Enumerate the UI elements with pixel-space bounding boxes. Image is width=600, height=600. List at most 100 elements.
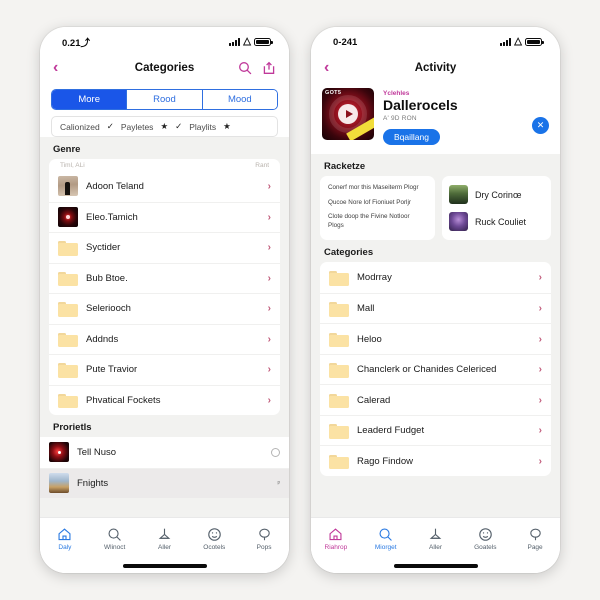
right-phone: 0-241 △ ‹ Activity GOT5 Yclehles Dallero… xyxy=(311,27,560,573)
left-content-scroll[interactable]: Genre Timl, ALi Rant Adoon Teland › Eleo… xyxy=(40,137,289,517)
tab-ocotels[interactable]: Ocotels xyxy=(189,527,239,551)
segmented-control[interactable]: More Rood Mood xyxy=(51,89,278,110)
chevron-right-icon[interactable]: › xyxy=(268,181,271,192)
table-row[interactable]: Mall › xyxy=(320,292,551,324)
star-icon-2[interactable]: ★ xyxy=(223,121,231,132)
check-icon-1[interactable]: ✓ xyxy=(107,121,114,132)
chevron-left-icon[interactable]: ‹ xyxy=(324,60,342,76)
share-upload-icon[interactable] xyxy=(262,61,276,75)
tab-wlinoct[interactable]: Wlinoct xyxy=(90,527,140,551)
row-label: Pute Travior xyxy=(86,364,138,376)
segment-mood[interactable]: Mood xyxy=(202,90,277,109)
balloon-icon xyxy=(257,527,272,542)
tab-riahrop[interactable]: Riahrop xyxy=(311,527,361,551)
chevron-left-icon[interactable]: ‹ xyxy=(53,60,71,76)
cellular-signal-icon xyxy=(229,38,241,46)
filter-chip-playlits[interactable]: Playlits xyxy=(189,122,216,132)
home-icon xyxy=(57,527,72,542)
play-circle-icon[interactable] xyxy=(338,104,358,124)
folder-icon xyxy=(58,270,78,287)
genre-subheader: Timl, ALi Rant xyxy=(49,159,280,171)
table-row[interactable]: Chanclerk or Chanides Celericed › xyxy=(320,353,551,385)
row-label: Seleriooch xyxy=(86,303,131,315)
tab-aller[interactable]: Aller xyxy=(411,527,461,551)
chevron-right-icon[interactable]: › xyxy=(268,212,271,223)
table-row[interactable]: Bub Btoe. › xyxy=(49,262,280,294)
home-icon xyxy=(328,527,343,542)
status-time: 0.21⤴ xyxy=(62,38,90,49)
segment-more[interactable]: More xyxy=(52,90,128,109)
chevron-right-icon[interactable]: › xyxy=(268,303,271,314)
chevron-right-icon[interactable]: › xyxy=(268,334,271,345)
racketze-line: Qucoe Nore lof Fioniuet Porljr xyxy=(328,198,411,206)
tab-bar[interactable]: Riahrop Miorget Aller Goatels Page xyxy=(311,517,560,559)
filter-bar[interactable]: Calionized ✓ Payletes ★ ✓ Playlits ★ xyxy=(51,116,278,137)
chevron-right-icon[interactable]: › xyxy=(268,242,271,253)
banner-info: Yclehles Dallerocels A' 9D RON Bqaillang xyxy=(383,88,549,146)
tab-page[interactable]: Page xyxy=(510,527,560,551)
wifi-icon: △ xyxy=(514,36,522,47)
right-content-scroll[interactable]: Racketze Conerf mor this Maseiterm Plogr… xyxy=(311,154,560,517)
table-row[interactable]: Heloo › xyxy=(320,323,551,354)
list-item[interactable]: Ruck Couliet xyxy=(448,208,544,235)
close-icon[interactable]: ✕ xyxy=(532,117,549,134)
chevron-right-icon[interactable]: › xyxy=(268,395,271,406)
chevron-right-icon[interactable]: › xyxy=(539,364,542,375)
table-row[interactable]: Phvatical Fockets › xyxy=(49,384,280,416)
tab-pops[interactable]: Pops xyxy=(239,527,289,551)
table-row[interactable]: Adoon Teland › xyxy=(49,171,280,202)
star-icon-1[interactable]: ★ xyxy=(160,121,168,132)
lamp-icon xyxy=(157,527,172,542)
folder-icon xyxy=(58,362,78,378)
search-icon[interactable] xyxy=(238,61,252,75)
album-art-vinyl xyxy=(58,207,78,228)
filter-chip-payletes[interactable]: Payletes xyxy=(121,122,154,132)
table-row[interactable]: Eleo.Tamich › xyxy=(49,201,280,233)
table-row[interactable]: Seleriooch › xyxy=(49,293,280,324)
tab-aller[interactable]: Aller xyxy=(140,527,190,551)
status-time: 0-241 xyxy=(333,36,358,48)
banner-title: Dallerocels xyxy=(383,97,458,113)
chevron-right-icon[interactable]: › xyxy=(539,425,542,436)
table-row[interactable]: Modrray › xyxy=(320,262,551,293)
chevron-right-icon[interactable]: › xyxy=(539,456,542,467)
table-row[interactable]: Rago Findow › xyxy=(320,445,551,476)
album-art-disc xyxy=(49,442,69,463)
chevron-right-icon[interactable]: › xyxy=(539,395,542,406)
section-title-racketze: Racketze xyxy=(324,161,366,173)
racketze-cards: Conerf mor this Maseiterm Plogr Qucoe No… xyxy=(320,176,551,241)
cellular-signal-icon xyxy=(500,38,512,46)
segment-rood[interactable]: Rood xyxy=(127,90,203,109)
table-row[interactable]: Syctider › xyxy=(49,232,280,263)
check-icon-2[interactable]: ✓ xyxy=(175,121,182,132)
segmented-control-wrap: More Rood Mood xyxy=(40,83,289,110)
filter-chip-calionized[interactable]: Calionized xyxy=(60,122,100,132)
row-label: Ruck Couliet xyxy=(474,216,526,227)
list-item[interactable]: Dry Corinœ xyxy=(448,181,544,208)
radio-unselected-icon[interactable] xyxy=(271,447,280,457)
chevron-right-icon[interactable]: › xyxy=(539,334,542,345)
row-label: Phvatical Fockets xyxy=(86,394,161,406)
table-row[interactable]: Pute Travior › xyxy=(49,354,280,385)
chevron-right-icon[interactable]: › xyxy=(268,273,271,284)
chevron-right-icon[interactable]: › xyxy=(539,272,542,283)
tab-goatels[interactable]: Goatels xyxy=(460,527,510,551)
tab-label: Miorget xyxy=(374,543,397,551)
tab-label: Daly xyxy=(58,543,72,551)
screenshot-stage: 0.21⤴ △ ‹ Categories More Rood Mood Cali… xyxy=(0,0,600,600)
list-item[interactable]: Fnights ᵖ xyxy=(40,467,289,498)
tab-miorget[interactable]: Miorget xyxy=(361,527,411,551)
table-row[interactable]: Addnds › xyxy=(49,323,280,355)
tab-daly[interactable]: Daly xyxy=(40,527,90,551)
chevron-right-icon[interactable]: › xyxy=(539,303,542,314)
chevron-right-icon[interactable]: › xyxy=(268,364,271,375)
tab-bar[interactable]: Daly Wlinoct Aller Ocotels Pops xyxy=(40,517,289,559)
list-item[interactable]: Tell Nuso xyxy=(40,437,289,468)
row-trailing-marker[interactable]: ᵖ xyxy=(278,480,280,487)
table-row[interactable]: Leaderd Fudget › xyxy=(320,414,551,446)
banner-cta-button[interactable]: Bqaillang xyxy=(383,129,440,146)
row-label: Modrray xyxy=(357,272,392,284)
lamp-icon xyxy=(428,527,443,542)
table-row[interactable]: Calerad › xyxy=(320,384,551,415)
banner-album-art: GOT5 xyxy=(322,88,374,140)
